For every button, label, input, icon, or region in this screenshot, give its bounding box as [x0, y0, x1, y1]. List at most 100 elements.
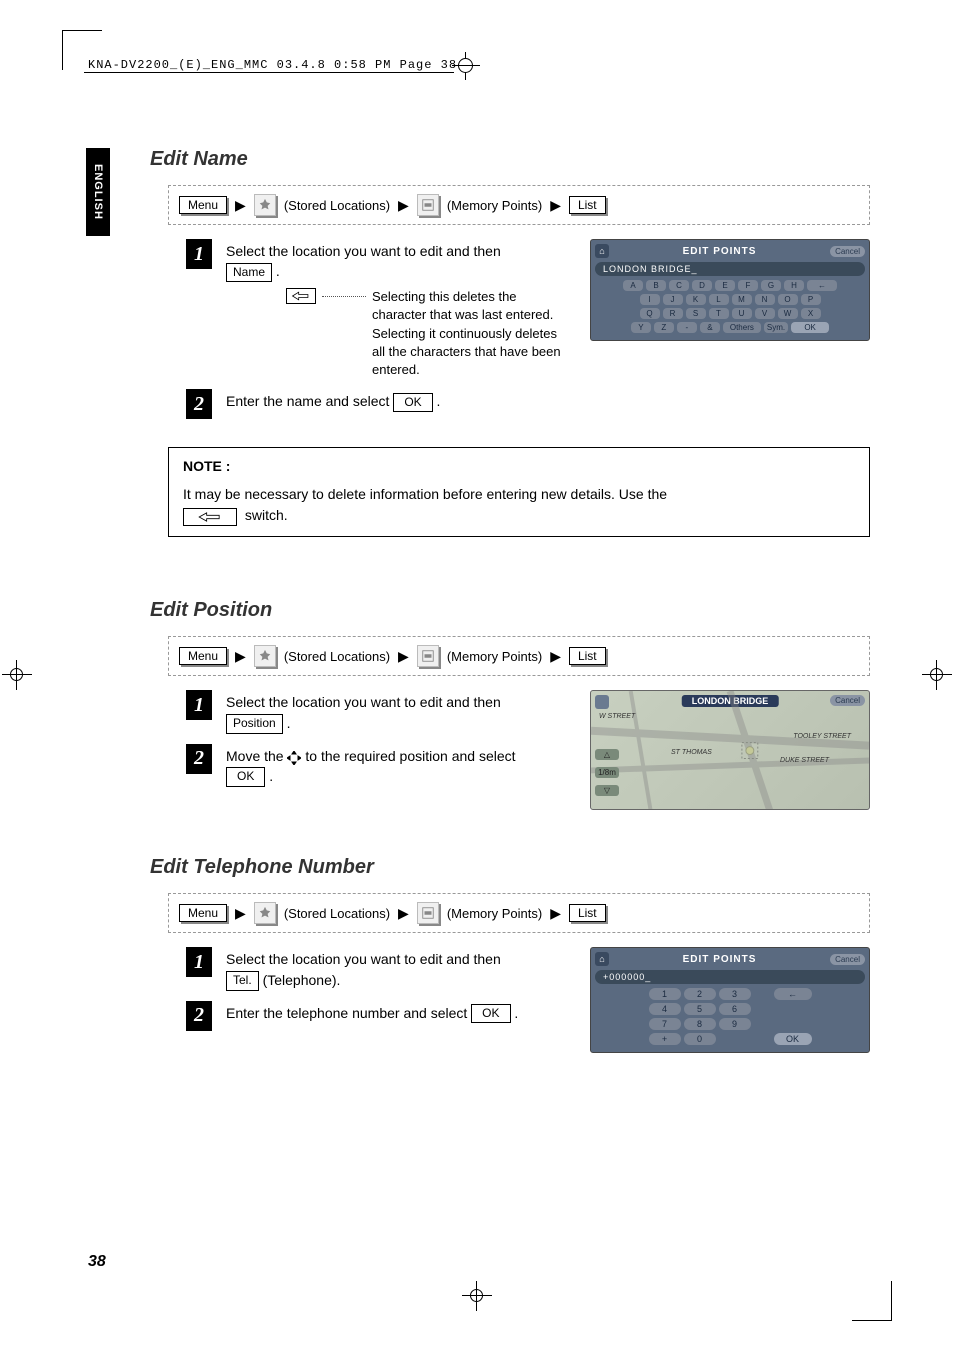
registration-mark-top — [452, 52, 480, 80]
section-title-edit-name: Edit Name — [150, 148, 870, 171]
page-number: 38 — [88, 1253, 106, 1271]
name-button[interactable]: Name — [226, 263, 272, 282]
key-6[interactable]: 6 — [719, 1003, 751, 1015]
breadcrumb-list[interactable]: List — [569, 196, 606, 214]
section-title-edit-position: Edit Position — [150, 599, 870, 622]
step-body: Select the location you want to edit and… — [226, 690, 570, 733]
key-2[interactable]: 2 — [684, 988, 716, 1000]
breadcrumb-list[interactable]: List — [569, 904, 606, 922]
key-back[interactable]: ← — [774, 988, 812, 1000]
delete-key-icon[interactable] — [183, 508, 237, 526]
key-q[interactable]: Q — [640, 308, 660, 319]
key-g[interactable]: G — [761, 280, 781, 291]
zoom-down[interactable]: ▽ — [595, 785, 619, 796]
breadcrumb-menu[interactable]: Menu — [179, 647, 227, 665]
text-input[interactable]: LONDON BRIDGE_ — [595, 262, 865, 276]
period: . — [433, 393, 441, 409]
stored-locations-icon[interactable] — [254, 194, 276, 216]
key-j[interactable]: J — [663, 294, 683, 305]
screenshot-edit-name: ⌂ EDIT POINTS Cancel LONDON BRIDGE_ A B … — [590, 239, 870, 341]
breadcrumb-menu[interactable]: Menu — [179, 196, 227, 214]
key-plus[interactable]: + — [649, 1033, 681, 1045]
breadcrumb-memory: (Memory Points) — [447, 906, 542, 921]
key-7[interactable]: 7 — [649, 1018, 681, 1030]
step-body: Select the location you want to edit and… — [226, 239, 570, 379]
memory-points-icon[interactable] — [417, 645, 439, 667]
zoom-up[interactable]: △ — [595, 749, 619, 760]
key-y[interactable]: Y — [631, 322, 651, 333]
breadcrumb-stored: (Stored Locations) — [284, 198, 390, 213]
stored-locations-icon[interactable] — [254, 645, 276, 667]
tel-button[interactable]: Tel. — [226, 971, 259, 990]
key-x[interactable]: X — [801, 308, 821, 319]
key-9[interactable]: 9 — [719, 1018, 751, 1030]
key-f[interactable]: F — [738, 280, 758, 291]
key-5[interactable]: 5 — [684, 1003, 716, 1015]
home-icon[interactable]: ⌂ — [595, 244, 609, 258]
key-i[interactable]: I — [640, 294, 660, 305]
tel-input[interactable]: +000000_ — [595, 970, 865, 984]
key-a[interactable]: A — [623, 280, 643, 291]
ok-button[interactable]: OK — [393, 393, 432, 412]
key-p[interactable]: P — [801, 294, 821, 305]
key-z[interactable]: Z — [654, 322, 674, 333]
key-s[interactable]: S — [686, 308, 706, 319]
key-m[interactable]: M — [732, 294, 752, 305]
stored-locations-icon[interactable] — [254, 902, 276, 924]
breadcrumb-menu[interactable]: Menu — [179, 904, 227, 922]
cancel-button[interactable]: Cancel — [830, 954, 865, 965]
key-ok[interactable]: OK — [791, 322, 829, 333]
ok-button[interactable]: OK — [471, 1004, 510, 1023]
crosshair-icon — [287, 750, 301, 764]
cancel-button[interactable]: Cancel — [830, 246, 865, 257]
key-h[interactable]: H — [784, 280, 804, 291]
memory-points-icon[interactable] — [417, 194, 439, 216]
step-1: 1 Select the location you want to edit a… — [186, 947, 570, 990]
key-back[interactable]: ← — [807, 280, 837, 291]
key-b[interactable]: B — [646, 280, 666, 291]
key-hyphen[interactable]: - — [677, 322, 697, 333]
street-label: TOOLEY STREET — [793, 733, 851, 740]
key-3[interactable]: 3 — [719, 988, 751, 1000]
arrow-icon: ▶ — [398, 197, 409, 214]
key-others[interactable]: Others — [723, 322, 761, 333]
key-0[interactable]: 0 — [684, 1033, 716, 1045]
key-t[interactable]: T — [709, 308, 729, 319]
step-body: Enter the telephone number and select OK… — [226, 1001, 570, 1024]
step-number: 2 — [186, 744, 212, 774]
key-sym[interactable]: Sym. — [764, 322, 788, 333]
step-body: Enter the name and select OK . — [226, 389, 570, 412]
step-text-b: to the required position and select — [305, 748, 515, 764]
key-r[interactable]: R — [663, 308, 683, 319]
key-1[interactable]: 1 — [649, 988, 681, 1000]
key-v[interactable]: V — [755, 308, 775, 319]
home-icon[interactable]: ⌂ — [595, 952, 609, 966]
memory-points-icon[interactable] — [417, 902, 439, 924]
delete-key-icon[interactable] — [286, 288, 316, 304]
position-button[interactable]: Position — [226, 714, 283, 733]
step-body: Select the location you want to edit and… — [226, 947, 570, 990]
print-header: KNA-DV2200_(E)_ENG_MMC 03.4.8 0:58 PM Pa… — [88, 58, 457, 72]
key-ok[interactable]: OK — [774, 1033, 812, 1045]
leader-line — [322, 296, 366, 297]
key-e[interactable]: E — [715, 280, 735, 291]
key-8[interactable]: 8 — [684, 1018, 716, 1030]
key-c[interactable]: C — [669, 280, 689, 291]
arrow-icon: ▶ — [398, 905, 409, 922]
arrow-icon: ▶ — [235, 197, 246, 214]
key-d[interactable]: D — [692, 280, 712, 291]
key-u[interactable]: U — [732, 308, 752, 319]
key-w[interactable]: W — [778, 308, 798, 319]
key-o[interactable]: O — [778, 294, 798, 305]
key-k[interactable]: K — [686, 294, 706, 305]
key-l[interactable]: L — [709, 294, 729, 305]
breadcrumb-edit-tel: Menu ▶ (Stored Locations) ▶ (Memory Poin… — [168, 893, 870, 933]
key-amp[interactable]: & — [700, 322, 720, 333]
crop-mark-br — [852, 1281, 892, 1321]
ok-button[interactable]: OK — [226, 767, 265, 786]
key-4[interactable]: 4 — [649, 1003, 681, 1015]
key-n[interactable]: N — [755, 294, 775, 305]
step-number: 2 — [186, 389, 212, 419]
breadcrumb-memory: (Memory Points) — [447, 198, 542, 213]
breadcrumb-list[interactable]: List — [569, 647, 606, 665]
